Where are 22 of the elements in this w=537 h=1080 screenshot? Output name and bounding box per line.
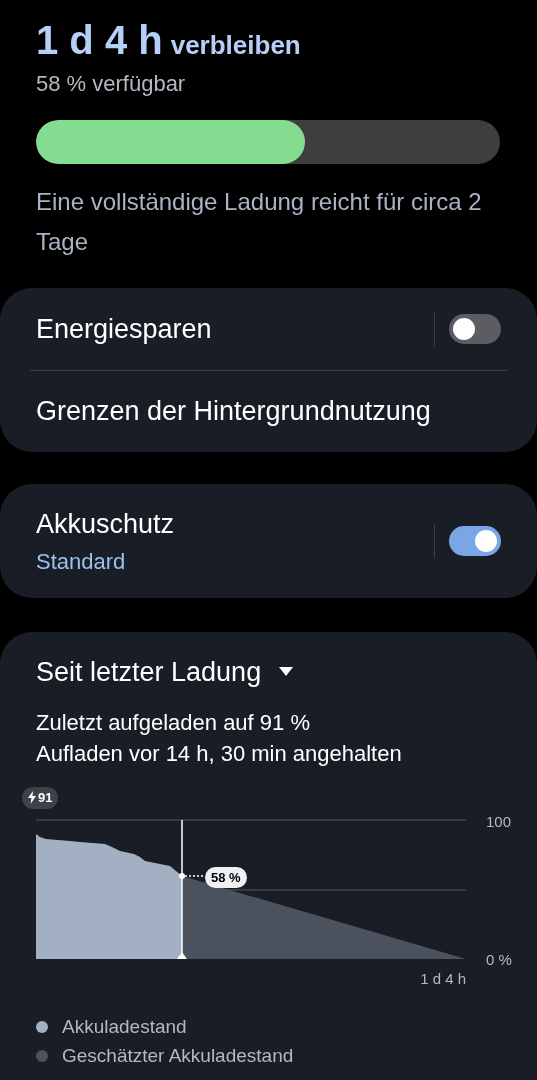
setting-label: Akkuschutz	[36, 508, 176, 542]
charge-value: 91	[38, 788, 53, 807]
charge-info: Zuletzt aufgeladen auf 91 %	[36, 708, 311, 737]
setting-value: Standard	[36, 547, 127, 576]
legend-label: Geschätzter Akkuladestand	[62, 1043, 294, 1068]
setting-label[interactable]: Grenzen der Hintergrundnutzung	[36, 391, 501, 432]
axis-label: 1 d 4 h	[420, 968, 466, 989]
charge-info: Aufladen vor 14 h, 30 min angehalten	[36, 739, 403, 768]
available-percentage: 58 % verfügbar	[36, 70, 187, 98]
current-level-label: 58 %	[205, 866, 247, 888]
setting-label: Energiesparen	[36, 312, 213, 346]
remaining-time: 1 d 4 h	[36, 17, 163, 64]
toggle-switch[interactable]	[449, 526, 501, 556]
period-dropdown[interactable]: Seit letzter Ladung	[36, 652, 262, 693]
lightning-icon	[28, 791, 36, 804]
charge-estimate: Eine vollständige Ladung reicht für circa 2 Tage	[36, 187, 483, 257]
axis-label: 100	[486, 811, 512, 832]
axis-label: 0 %	[486, 949, 512, 970]
caret-icon	[279, 667, 294, 678]
legend-label: Akkuladestand	[62, 1014, 187, 1039]
remaining-label: verbleiben	[170, 29, 301, 62]
toggle-switch[interactable]	[449, 314, 501, 344]
